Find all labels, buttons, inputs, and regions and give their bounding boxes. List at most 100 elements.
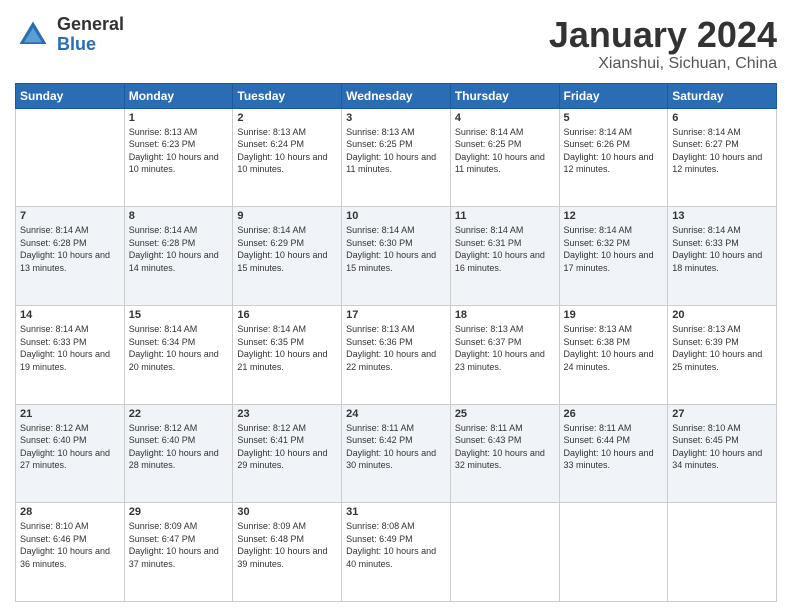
daylight-text: Daylight: 10 hours and 19 minutes. — [20, 349, 110, 372]
day-info: Sunrise: 8:14 AM Sunset: 6:30 PM Dayligh… — [346, 224, 446, 274]
daylight-text: Daylight: 10 hours and 10 minutes. — [129, 152, 219, 175]
daylight-text: Daylight: 10 hours and 21 minutes. — [237, 349, 327, 372]
day-number: 25 — [455, 408, 555, 420]
daylight-text: Daylight: 10 hours and 15 minutes. — [346, 250, 436, 273]
daylight-text: Daylight: 10 hours and 11 minutes. — [346, 152, 436, 175]
day-number: 12 — [564, 210, 664, 222]
day-info: Sunrise: 8:09 AM Sunset: 6:47 PM Dayligh… — [129, 520, 229, 570]
calendar-day-cell: 12 Sunrise: 8:14 AM Sunset: 6:32 PM Dayl… — [559, 207, 668, 306]
col-tuesday: Tuesday — [233, 83, 342, 108]
calendar-day-cell: 7 Sunrise: 8:14 AM Sunset: 6:28 PM Dayli… — [16, 207, 125, 306]
daylight-text: Daylight: 10 hours and 32 minutes. — [455, 448, 545, 471]
calendar-week-row: 28 Sunrise: 8:10 AM Sunset: 6:46 PM Dayl… — [16, 503, 777, 602]
logo: General Blue — [15, 15, 124, 55]
sunset-text: Sunset: 6:33 PM — [20, 337, 87, 347]
day-number: 3 — [346, 112, 446, 124]
day-number: 17 — [346, 309, 446, 321]
title-block: January 2024 Xianshui, Sichuan, China — [549, 15, 777, 73]
sunset-text: Sunset: 6:47 PM — [129, 534, 196, 544]
sunrise-text: Sunrise: 8:14 AM — [20, 225, 89, 235]
calendar-day-cell: 5 Sunrise: 8:14 AM Sunset: 6:26 PM Dayli… — [559, 108, 668, 207]
day-number: 22 — [129, 408, 229, 420]
calendar-day-cell: 21 Sunrise: 8:12 AM Sunset: 6:40 PM Dayl… — [16, 404, 125, 503]
sunset-text: Sunset: 6:39 PM — [672, 337, 739, 347]
day-info: Sunrise: 8:12 AM Sunset: 6:40 PM Dayligh… — [20, 422, 120, 472]
daylight-text: Daylight: 10 hours and 39 minutes. — [237, 546, 327, 569]
calendar-day-cell: 17 Sunrise: 8:13 AM Sunset: 6:36 PM Dayl… — [342, 305, 451, 404]
calendar-day-cell: 22 Sunrise: 8:12 AM Sunset: 6:40 PM Dayl… — [124, 404, 233, 503]
daylight-text: Daylight: 10 hours and 28 minutes. — [129, 448, 219, 471]
sunrise-text: Sunrise: 8:14 AM — [564, 127, 633, 137]
daylight-text: Daylight: 10 hours and 12 minutes. — [564, 152, 654, 175]
daylight-text: Daylight: 10 hours and 27 minutes. — [20, 448, 110, 471]
calendar-day-cell: 8 Sunrise: 8:14 AM Sunset: 6:28 PM Dayli… — [124, 207, 233, 306]
daylight-text: Daylight: 10 hours and 22 minutes. — [346, 349, 436, 372]
sunset-text: Sunset: 6:46 PM — [20, 534, 87, 544]
day-info: Sunrise: 8:09 AM Sunset: 6:48 PM Dayligh… — [237, 520, 337, 570]
day-number: 18 — [455, 309, 555, 321]
sunset-text: Sunset: 6:33 PM — [672, 238, 739, 248]
calendar-day-cell: 3 Sunrise: 8:13 AM Sunset: 6:25 PM Dayli… — [342, 108, 451, 207]
sunset-text: Sunset: 6:40 PM — [129, 435, 196, 445]
sunset-text: Sunset: 6:29 PM — [237, 238, 304, 248]
calendar-day-cell: 31 Sunrise: 8:08 AM Sunset: 6:49 PM Dayl… — [342, 503, 451, 602]
sunset-text: Sunset: 6:26 PM — [564, 139, 631, 149]
calendar-day-cell — [450, 503, 559, 602]
day-number: 6 — [672, 112, 772, 124]
calendar-day-cell — [16, 108, 125, 207]
logo-text: General Blue — [57, 15, 124, 55]
day-number: 4 — [455, 112, 555, 124]
daylight-text: Daylight: 10 hours and 25 minutes. — [672, 349, 762, 372]
calendar-day-cell: 10 Sunrise: 8:14 AM Sunset: 6:30 PM Dayl… — [342, 207, 451, 306]
day-number: 10 — [346, 210, 446, 222]
calendar-day-cell: 29 Sunrise: 8:09 AM Sunset: 6:47 PM Dayl… — [124, 503, 233, 602]
day-number: 24 — [346, 408, 446, 420]
day-info: Sunrise: 8:14 AM Sunset: 6:32 PM Dayligh… — [564, 224, 664, 274]
sunset-text: Sunset: 6:27 PM — [672, 139, 739, 149]
sunrise-text: Sunrise: 8:11 AM — [564, 423, 632, 433]
sunset-text: Sunset: 6:30 PM — [346, 238, 413, 248]
day-number: 11 — [455, 210, 555, 222]
day-info: Sunrise: 8:14 AM Sunset: 6:33 PM Dayligh… — [20, 323, 120, 373]
day-number: 2 — [237, 112, 337, 124]
col-saturday: Saturday — [668, 83, 777, 108]
calendar-day-cell — [668, 503, 777, 602]
day-info: Sunrise: 8:11 AM Sunset: 6:43 PM Dayligh… — [455, 422, 555, 472]
day-info: Sunrise: 8:08 AM Sunset: 6:49 PM Dayligh… — [346, 520, 446, 570]
calendar-day-cell: 4 Sunrise: 8:14 AM Sunset: 6:25 PM Dayli… — [450, 108, 559, 207]
sunrise-text: Sunrise: 8:14 AM — [129, 225, 198, 235]
day-info: Sunrise: 8:10 AM Sunset: 6:46 PM Dayligh… — [20, 520, 120, 570]
day-number: 26 — [564, 408, 664, 420]
page: General Blue January 2024 Xianshui, Sich… — [0, 0, 792, 612]
sunrise-text: Sunrise: 8:13 AM — [455, 324, 524, 334]
sunrise-text: Sunrise: 8:10 AM — [20, 521, 89, 531]
logo-blue: Blue — [57, 35, 124, 55]
day-info: Sunrise: 8:14 AM Sunset: 6:29 PM Dayligh… — [237, 224, 337, 274]
sunset-text: Sunset: 6:49 PM — [346, 534, 413, 544]
day-info: Sunrise: 8:14 AM Sunset: 6:27 PM Dayligh… — [672, 126, 772, 176]
day-number: 27 — [672, 408, 772, 420]
sunrise-text: Sunrise: 8:14 AM — [672, 225, 741, 235]
sunset-text: Sunset: 6:23 PM — [129, 139, 196, 149]
calendar-day-cell: 15 Sunrise: 8:14 AM Sunset: 6:34 PM Dayl… — [124, 305, 233, 404]
sunset-text: Sunset: 6:42 PM — [346, 435, 413, 445]
day-info: Sunrise: 8:13 AM Sunset: 6:39 PM Dayligh… — [672, 323, 772, 373]
day-info: Sunrise: 8:11 AM Sunset: 6:44 PM Dayligh… — [564, 422, 664, 472]
sunset-text: Sunset: 6:25 PM — [455, 139, 522, 149]
day-info: Sunrise: 8:10 AM Sunset: 6:45 PM Dayligh… — [672, 422, 772, 472]
sunrise-text: Sunrise: 8:10 AM — [672, 423, 741, 433]
sunset-text: Sunset: 6:25 PM — [346, 139, 413, 149]
col-wednesday: Wednesday — [342, 83, 451, 108]
sunrise-text: Sunrise: 8:14 AM — [455, 127, 524, 137]
calendar-week-row: 21 Sunrise: 8:12 AM Sunset: 6:40 PM Dayl… — [16, 404, 777, 503]
sunrise-text: Sunrise: 8:13 AM — [346, 127, 415, 137]
day-info: Sunrise: 8:14 AM Sunset: 6:26 PM Dayligh… — [564, 126, 664, 176]
day-info: Sunrise: 8:11 AM Sunset: 6:42 PM Dayligh… — [346, 422, 446, 472]
sunrise-text: Sunrise: 8:14 AM — [564, 225, 633, 235]
day-number: 31 — [346, 506, 446, 518]
daylight-text: Daylight: 10 hours and 17 minutes. — [564, 250, 654, 273]
sunrise-text: Sunrise: 8:13 AM — [129, 127, 198, 137]
calendar-header-row: Sunday Monday Tuesday Wednesday Thursday… — [16, 83, 777, 108]
daylight-text: Daylight: 10 hours and 30 minutes. — [346, 448, 436, 471]
calendar-day-cell: 19 Sunrise: 8:13 AM Sunset: 6:38 PM Dayl… — [559, 305, 668, 404]
